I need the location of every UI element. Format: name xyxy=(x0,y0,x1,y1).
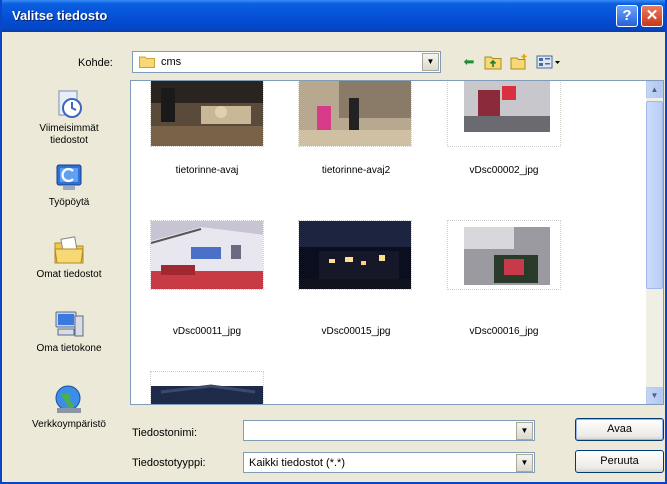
file-thumbnail-vdsc00016[interactable] xyxy=(447,220,561,290)
file-thumbnail-partial[interactable] xyxy=(150,371,264,404)
places-bar: Viimeisimmät tiedostot Työpöytä Omat tie… xyxy=(16,80,122,452)
file-type-dropdown[interactable]: Kaikki tiedostot (*.*) ▼ xyxy=(243,452,535,473)
place-desktop-label: Työpöytä xyxy=(48,197,90,208)
close-button[interactable]: ✕ xyxy=(641,5,663,27)
file-type-value: Kaikki tiedostot (*.*) xyxy=(249,457,345,469)
file-thumbnail-vdsc00011[interactable] xyxy=(150,220,264,290)
my-documents-icon xyxy=(54,236,84,264)
title-bar[interactable]: Valitse tiedosto ? ✕ xyxy=(2,0,665,32)
file-thumbnail-vdsc00002[interactable] xyxy=(447,81,561,147)
place-recent[interactable]: Viimeisimmät tiedostot xyxy=(16,88,122,147)
file-thumbnail-vdsc00015[interactable] xyxy=(298,220,412,290)
help-button[interactable]: ? xyxy=(616,5,638,27)
place-recent-label-2: tiedostot xyxy=(50,135,88,146)
place-recent-label-1: Viimeisimmät xyxy=(39,123,99,134)
scroll-down-icon[interactable]: ▼ xyxy=(646,387,663,404)
place-my-computer[interactable]: Oma tietokone xyxy=(16,308,122,355)
file-name-input[interactable]: ▼ xyxy=(243,420,535,441)
file-thumbnail-tietorinne-avaj[interactable] xyxy=(150,81,264,147)
file-name[interactable]: tietorinne-avaj2 xyxy=(281,165,431,176)
file-name[interactable]: vDsc00016_jpg xyxy=(429,326,579,337)
new-folder-icon[interactable] xyxy=(510,53,528,71)
scroll-up-icon[interactable]: ▲ xyxy=(646,81,663,98)
my-computer-icon xyxy=(55,311,84,337)
file-name-label: Tiedostonimi: xyxy=(132,427,198,439)
look-in-value: cms xyxy=(161,56,182,68)
up-folder-icon[interactable] xyxy=(484,53,502,71)
file-thumbnail-tietorinne-avaj2[interactable] xyxy=(298,81,412,147)
chevron-down-icon[interactable]: ▼ xyxy=(516,422,533,440)
open-button[interactable]: Avaa xyxy=(575,418,664,441)
recent-documents-icon xyxy=(58,90,82,118)
folder-icon xyxy=(139,56,155,68)
cancel-button[interactable]: Peruuta xyxy=(575,450,664,473)
scrollbar-thumb[interactable] xyxy=(646,101,663,289)
place-desktop[interactable]: Työpöytä xyxy=(16,162,122,209)
dialog-title: Valitse tiedosto xyxy=(12,8,108,23)
file-name[interactable]: vDsc00015_jpg xyxy=(281,326,431,337)
place-my-documents-label: Omat tiedostot xyxy=(36,269,102,280)
file-name[interactable]: vDsc00011_jpg xyxy=(132,326,282,337)
place-my-computer-label: Oma tietokone xyxy=(36,343,102,354)
place-my-documents[interactable]: Omat tiedostot xyxy=(16,234,122,281)
open-file-dialog: Valitse tiedosto ? ✕ Kohde: cms ▼ ⬅ Viim… xyxy=(0,0,667,484)
view-menu-icon[interactable] xyxy=(536,53,562,71)
chevron-down-icon[interactable]: ▼ xyxy=(422,53,439,71)
look-in-label: Kohde: xyxy=(78,57,113,69)
file-list[interactable]: tietorinne-avaj tietorinne-avaj2 vDsc000… xyxy=(130,80,664,405)
file-type-label: Tiedostotyyppi: xyxy=(132,457,206,469)
back-arrow-icon[interactable]: ⬅ xyxy=(460,53,478,71)
place-network[interactable]: Verkkoympäristö xyxy=(16,384,122,431)
desktop-icon xyxy=(56,164,82,190)
chevron-down-icon[interactable]: ▼ xyxy=(516,454,533,472)
look-in-dropdown[interactable]: cms ▼ xyxy=(132,51,441,73)
network-places-icon xyxy=(55,385,81,413)
place-network-label: Verkkoympäristö xyxy=(32,419,106,430)
vertical-scrollbar[interactable]: ▲ ▼ xyxy=(646,81,663,404)
file-name[interactable]: vDsc00002_jpg xyxy=(429,165,579,176)
file-name[interactable]: tietorinne-avaj xyxy=(132,165,282,176)
